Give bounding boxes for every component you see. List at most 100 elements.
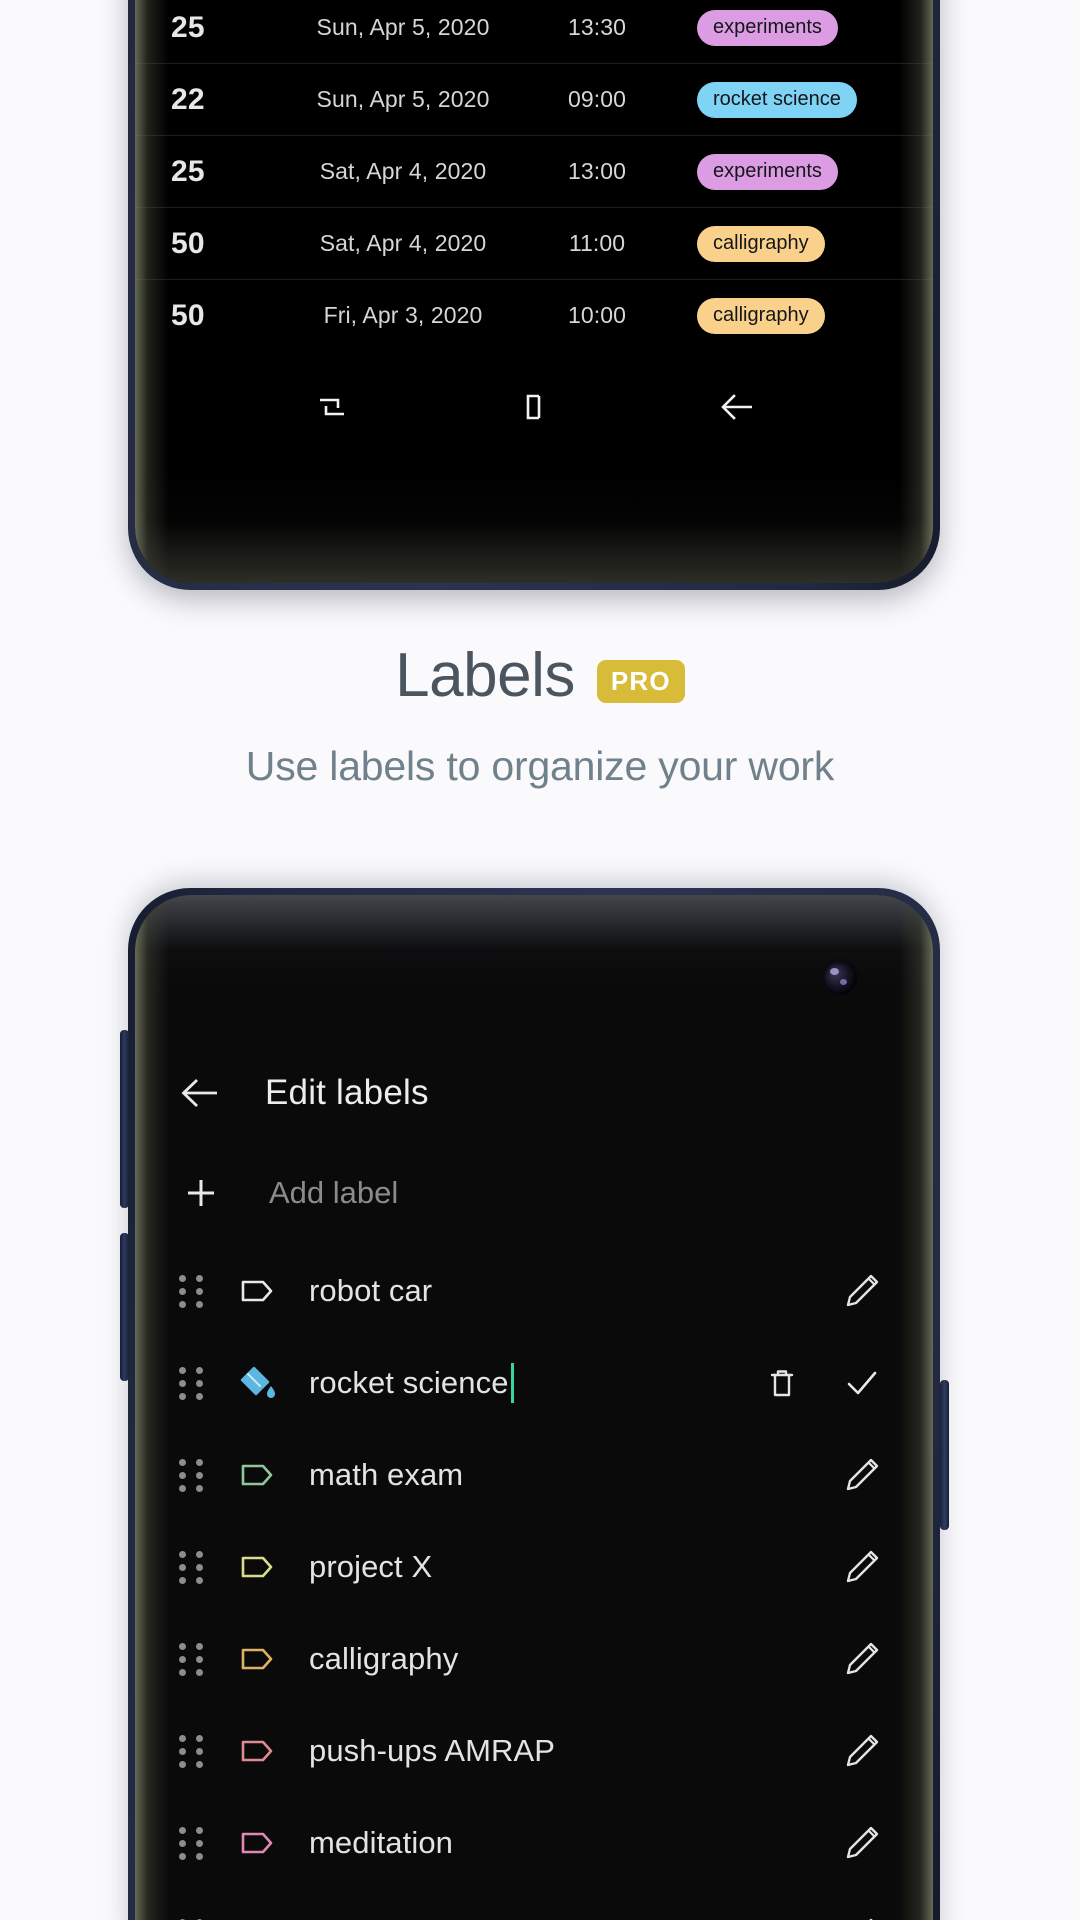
pencil-icon (846, 1550, 879, 1583)
list-item[interactable]: experiments (135, 1889, 933, 1920)
add-label-row[interactable]: Add label (135, 1141, 933, 1245)
label-color-swatch[interactable] (235, 1361, 287, 1405)
list-item[interactable]: robot car (135, 1245, 933, 1337)
back-nav-button[interactable] (177, 1073, 223, 1113)
edit-label-button[interactable] (835, 1455, 889, 1495)
session-duration: 25 (171, 10, 205, 44)
front-camera-icon (823, 961, 857, 995)
label-pill: rocket science (697, 81, 857, 118)
pencil-icon (846, 1458, 879, 1491)
volume-down-button[interactable] (120, 1233, 129, 1381)
edit-label-button[interactable] (835, 1823, 889, 1863)
pencil-icon (846, 1734, 879, 1767)
phone-bottom-bezel (135, 463, 933, 583)
tag-outline-icon (241, 1556, 273, 1578)
label-name: math exam (287, 1457, 835, 1493)
drag-handle-icon[interactable] (179, 1734, 213, 1768)
session-date: Sat, Apr 4, 2020 (319, 158, 487, 184)
session-time: 13:30 (567, 14, 627, 40)
promo-subtitle: Use labels to organize your work (245, 743, 835, 789)
recents-icon (320, 398, 344, 416)
drag-handle-icon[interactable] (179, 1642, 213, 1676)
list-item[interactable]: project X (135, 1521, 933, 1613)
drag-handle-icon[interactable] (179, 1274, 213, 1308)
label-name-text: project X (309, 1549, 433, 1584)
session-label-cell: calligraphy (667, 225, 933, 262)
app-store-screenshot-page: 25Mon, Apr 6, 202009:30rocket science25S… (0, 0, 1080, 1920)
list-item[interactable]: meditation (135, 1797, 933, 1889)
pencil-icon (846, 1642, 879, 1675)
edit-label-button[interactable] (835, 1731, 889, 1771)
label-name-input[interactable]: rocket science (287, 1363, 755, 1403)
volume-up-button[interactable] (120, 1030, 129, 1208)
label-name-text: rocket science (309, 1365, 509, 1400)
label-color-swatch[interactable] (235, 1729, 287, 1773)
text-caret (510, 1363, 514, 1403)
list-item[interactable]: rocket science (135, 1337, 933, 1429)
drag-handle-icon[interactable] (179, 1550, 213, 1584)
session-label-cell: experiments (667, 153, 933, 190)
session-time: 13:00 (567, 158, 627, 184)
label-name: robot car (287, 1273, 835, 1309)
session-duration: 25 (171, 154, 205, 188)
edit-label-button[interactable] (835, 1547, 889, 1587)
table-row[interactable]: 25 Sat, Apr 4, 2020 13:00 experiments (135, 135, 933, 207)
labels-list: robot car rocket science math exam project … (135, 1245, 933, 1920)
label-color-swatch[interactable] (235, 1453, 287, 1497)
label-color-swatch[interactable] (235, 1269, 287, 1313)
label-name: push-ups AMRAP (287, 1733, 835, 1769)
drag-handle-icon[interactable] (179, 1458, 213, 1492)
session-date: Fri, Apr 3, 2020 (323, 302, 483, 328)
drag-handle-icon[interactable] (179, 1366, 213, 1400)
label-color-swatch[interactable] (235, 1637, 287, 1681)
sessions-screen: 25Mon, Apr 6, 202009:30rocket science25S… (135, 0, 933, 583)
power-button[interactable] (940, 1380, 949, 1530)
phone-device-bottom: Edit labels Add label robot car rocket sc… (128, 888, 940, 1920)
label-color-swatch[interactable] (235, 1913, 287, 1920)
session-date: Sat, Apr 4, 2020 (319, 230, 487, 256)
list-item[interactable]: calligraphy (135, 1613, 933, 1705)
recents-button[interactable] (298, 377, 366, 437)
session-label-cell: rocket science (667, 81, 933, 118)
back-button[interactable] (702, 377, 770, 437)
label-pill: calligraphy (697, 225, 825, 262)
tag-outline-icon (241, 1832, 273, 1854)
table-row[interactable]: 50 Sat, Apr 4, 2020 11:00 calligraphy (135, 207, 933, 279)
paint-bucket-icon (240, 1366, 275, 1398)
session-date: Sun, Apr 5, 2020 (316, 14, 490, 40)
promo-title-row: Labels PRO (0, 640, 1080, 711)
list-item[interactable]: push-ups AMRAP (135, 1705, 933, 1797)
tag-outline-icon (241, 1648, 273, 1670)
edit-label-button[interactable] (835, 1639, 889, 1679)
list-item[interactable]: math exam (135, 1429, 933, 1521)
label-name: meditation (287, 1825, 835, 1861)
label-name-text: robot car (309, 1273, 433, 1308)
confirm-label-button[interactable] (835, 1363, 889, 1403)
pencil-icon (846, 1274, 879, 1307)
phone-device-top: 25Mon, Apr 6, 202009:30rocket science25S… (128, 0, 940, 590)
edit-label-button[interactable] (835, 1915, 889, 1920)
session-date: Sun, Apr 5, 2020 (316, 86, 490, 112)
session-time: 10:00 (567, 302, 627, 328)
table-row[interactable]: 25 Sun, Apr 5, 2020 13:30 experiments (135, 0, 933, 63)
page-title: Labels (395, 641, 575, 710)
table-row[interactable]: 22 Sun, Apr 5, 2020 09:00 rocket science (135, 63, 933, 135)
label-pill: experiments (697, 153, 838, 190)
session-label-cell: calligraphy (667, 297, 933, 334)
drag-handle-icon[interactable] (179, 1826, 213, 1860)
edit-label-button[interactable] (835, 1271, 889, 1311)
label-color-swatch[interactable] (235, 1545, 287, 1589)
label-color-swatch[interactable] (235, 1821, 287, 1865)
tag-outline-icon (235, 1913, 279, 1920)
label-pill: calligraphy (697, 297, 825, 334)
sessions-table: 25Mon, Apr 6, 202009:30rocket science25S… (135, 0, 933, 351)
promo-block: Labels PRO Use labels to organize your w… (0, 640, 1080, 790)
phone-top-screen-frame: 25Mon, Apr 6, 202009:30rocket science25S… (135, 0, 933, 583)
home-button[interactable] (500, 377, 568, 437)
delete-label-button[interactable] (755, 1364, 809, 1402)
pencil-icon (869, 1918, 873, 1920)
label-name-text: calligraphy (309, 1641, 459, 1676)
session-duration: 50 (171, 298, 205, 332)
table-row[interactable]: 50 Fri, Apr 3, 2020 10:00 calligraphy (135, 279, 933, 351)
back-arrow-icon (181, 1079, 217, 1107)
